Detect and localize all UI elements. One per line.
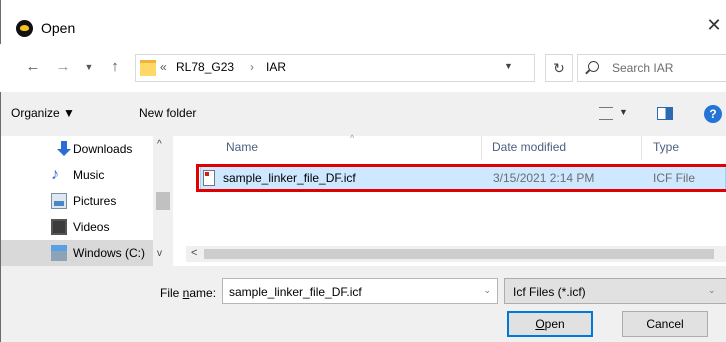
address-dropdown-icon[interactable]: ▼: [504, 61, 513, 71]
back-button[interactable]: ←: [24, 56, 42, 78]
refresh-button[interactable]: ↻: [545, 54, 573, 82]
organize-button[interactable]: Organize ▼: [11, 106, 75, 120]
file-date: 3/15/2021 2:14 PM: [493, 171, 595, 185]
cancel-button[interactable]: Cancel: [622, 311, 708, 337]
window-title: Open: [41, 20, 76, 36]
file-name-label: File name:: [160, 286, 217, 300]
search-placeholder: Search IAR: [612, 61, 674, 75]
sidebar-item-downloads[interactable]: Downloads: [1, 136, 153, 162]
sidebar-item-label: Music: [73, 168, 105, 182]
breadcrumb-separator[interactable]: ›: [250, 60, 254, 74]
column-label: Type: [653, 140, 680, 154]
videos-icon: [51, 219, 67, 235]
sidebar-item-pictures[interactable]: Pictures: [1, 188, 153, 214]
sidebar-item-music[interactable]: ♪ Music: [1, 162, 153, 188]
navigation-bar: ← → ▼ ↑ « RL78_G23 › IAR ▼ ↻ Search IAR: [0, 50, 726, 86]
column-header-date[interactable]: Date modified: [482, 136, 642, 160]
file-name: sample_linker_file_DF.icf: [223, 171, 356, 185]
file-row[interactable]: sample_linker_file_DF.icf 3/15/2021 2:14…: [200, 166, 726, 190]
file-type-select[interactable]: Icf Files (*.icf) ⌄: [504, 278, 726, 304]
help-icon[interactable]: ?: [704, 105, 722, 123]
scroll-left-icon[interactable]: <: [191, 247, 197, 259]
address-overflow-chevron[interactable]: «: [160, 60, 167, 74]
app-icon: [16, 20, 33, 37]
scrollbar-thumb[interactable]: [156, 192, 170, 210]
horizontal-scrollbar[interactable]: <: [186, 246, 726, 262]
sidebar-scrollbar[interactable]: ^ v: [153, 136, 173, 266]
breadcrumb-segment[interactable]: IAR: [266, 60, 286, 74]
close-button[interactable]: ✕: [702, 12, 726, 38]
address-bar[interactable]: « RL78_G23 › IAR ▼: [135, 54, 535, 82]
sidebar-item-videos[interactable]: Videos: [1, 214, 153, 240]
command-bar: Organize ▼ New folder ▼ ?: [0, 92, 726, 136]
scroll-down-icon[interactable]: v: [157, 248, 162, 259]
sort-caret-icon: ^: [350, 133, 355, 143]
recent-locations-button[interactable]: ▼: [82, 56, 96, 78]
file-icon: [203, 170, 215, 186]
search-input[interactable]: Search IAR: [577, 54, 726, 82]
column-header-name[interactable]: Name ^: [186, 133, 482, 160]
sidebar-item-label: Videos: [73, 220, 110, 234]
chevron-down-icon[interactable]: ⌄: [483, 285, 491, 296]
file-type: ICF File: [653, 171, 695, 185]
scroll-up-icon[interactable]: ^: [157, 139, 162, 150]
pictures-icon: [51, 193, 67, 209]
chevron-down-icon[interactable]: ⌄: [708, 285, 716, 296]
up-button[interactable]: ↑: [106, 56, 124, 78]
change-view-icon[interactable]: [599, 107, 613, 120]
music-icon: ♪: [51, 166, 59, 183]
sidebar-item-label: Downloads: [73, 142, 133, 156]
navigation-pane: Downloads ♪ Music Pictures Videos Window…: [0, 136, 186, 266]
column-label: Date modified: [492, 140, 567, 154]
dialog-footer: File name: sample_linker_file_DF.icf ⌄ I…: [0, 266, 726, 342]
file-list: Name ^ Date modified Type sample_linker_…: [186, 133, 726, 266]
breadcrumb-segment[interactable]: RL78_G23: [176, 60, 234, 74]
drive-icon: [51, 245, 67, 261]
folder-icon: [140, 60, 156, 76]
view-options-dropdown[interactable]: ▼: [619, 107, 628, 117]
title-bar: Open ✕: [0, 0, 726, 44]
file-name-input[interactable]: sample_linker_file_DF.icf ⌄: [222, 278, 498, 304]
forward-button[interactable]: →: [54, 56, 72, 78]
sidebar-item-label: Windows (C:): [73, 246, 146, 260]
sidebar-item-label: Pictures: [73, 194, 117, 208]
search-icon: [588, 61, 599, 72]
new-folder-button[interactable]: New folder: [139, 106, 196, 120]
file-name-value: sample_linker_file_DF.icf: [229, 285, 362, 299]
sidebar-item-windows-c[interactable]: Windows (C:): [1, 240, 153, 266]
preview-pane-icon[interactable]: [657, 107, 673, 120]
column-label: Name: [226, 140, 259, 154]
file-type-value: Icf Files (*.icf): [513, 285, 586, 299]
download-icon: [51, 141, 71, 157]
scrollbar-thumb[interactable]: [204, 249, 714, 259]
open-button[interactable]: Open: [507, 311, 593, 337]
column-header-type[interactable]: Type: [642, 136, 726, 160]
